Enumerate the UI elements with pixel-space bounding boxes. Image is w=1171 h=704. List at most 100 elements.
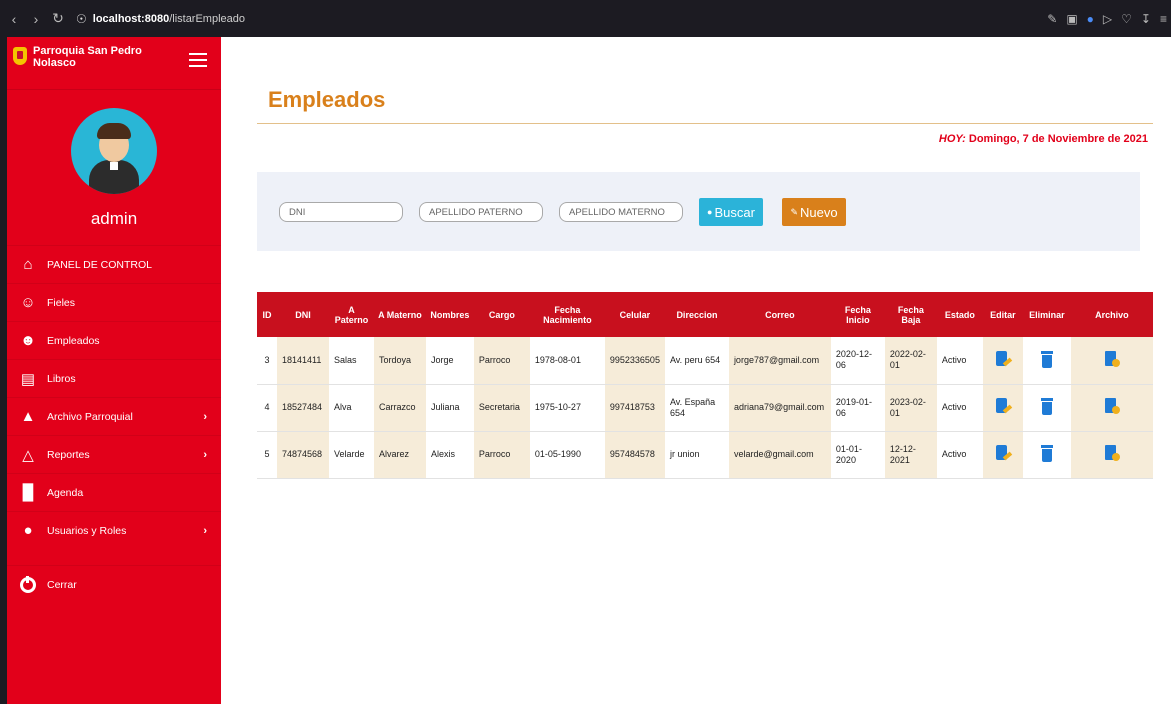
delete-cell <box>1022 431 1071 479</box>
cell-nacimiento: 1975-10-27 <box>529 384 605 432</box>
chevron-right-icon: › <box>203 524 207 537</box>
today-label: HOY: <box>938 133 966 145</box>
edit-cell <box>982 384 1023 432</box>
cell-baja: 2023-02-01 <box>884 384 937 432</box>
brand-name: Parroquia San Pedro Nolasco <box>33 45 142 69</box>
dni-input[interactable]: DNI <box>279 202 403 222</box>
globe-icon: ☉ <box>76 11 87 26</box>
cell-estado: Activo <box>936 431 983 479</box>
reports-icon: △ <box>22 446 34 464</box>
edit-icon[interactable]: ✎ <box>1047 12 1057 26</box>
cell-baja: 12-12-2021 <box>884 431 937 479</box>
cell-nacimiento: 1978-08-01 <box>529 337 605 385</box>
heart-icon[interactable]: ♡ <box>1121 12 1132 26</box>
cell-cargo: Parroco <box>473 431 530 479</box>
col-header: Eliminar <box>1022 292 1071 337</box>
cell-inicio: 01-01-2020 <box>830 431 885 479</box>
file-download-icon[interactable] <box>1103 444 1121 462</box>
sidebar-item-usuarios[interactable]: ● Usuarios y Roles › <box>7 511 221 549</box>
sidebar-item-fieles[interactable]: ☺ Fieles <box>7 283 221 321</box>
edit-icon[interactable] <box>994 397 1013 415</box>
cell-direccion: Av. peru 654 <box>664 337 729 385</box>
user-name: admin <box>90 209 138 228</box>
sidebar-item-libros[interactable]: ▤ Libros <box>7 359 221 397</box>
url-path: /listarEmpleado <box>169 12 246 25</box>
table-header-row: ID DNI A Paterno A Materno Nombres Cargo… <box>257 292 1153 337</box>
sidebar-item-label: Archivo Parroquial <box>47 410 133 423</box>
cell-id: 5 <box>257 431 277 479</box>
file-cell <box>1070 431 1153 479</box>
sidebar-item-agenda[interactable]: █ Agenda <box>7 473 221 511</box>
chevron-right-icon: › <box>203 410 207 423</box>
trash-icon[interactable] <box>1038 444 1056 462</box>
col-header: Fecha Inicio <box>830 292 885 337</box>
cell-paterno: Alva <box>328 384 374 432</box>
sidebar-item-empleados[interactable]: ☻ Empleados <box>7 321 221 359</box>
avatar <box>71 108 157 194</box>
apellido-paterno-input[interactable]: APELLIDO PATERNO <box>419 202 543 222</box>
cell-nacimiento: 01-05-1990 <box>529 431 605 479</box>
sidebar-item-label: Empleados <box>47 334 100 347</box>
forward-icon[interactable]: › <box>28 11 44 27</box>
apellido-materno-input[interactable]: APELLIDO MATERNO <box>559 202 683 222</box>
cell-id: 3 <box>257 337 277 385</box>
edit-cell <box>982 431 1023 479</box>
trash-icon[interactable] <box>1038 397 1056 415</box>
cell-cargo: Parroco <box>473 337 530 385</box>
url-bar[interactable]: ☉ localhost:8080 /listarEmpleado <box>76 12 245 26</box>
col-header: Cargo <box>473 292 530 337</box>
people-icon: ☺ <box>20 294 36 311</box>
sidebar-item-reportes[interactable]: △ Reportes › <box>7 435 221 473</box>
cell-celular: 997418753 <box>604 384 665 432</box>
buscar-button[interactable]: ● Buscar <box>699 198 763 226</box>
divider <box>7 89 221 90</box>
hamburger-icon[interactable] <box>189 53 207 67</box>
cell-estado: Activo <box>936 337 983 385</box>
col-header: Editar <box>982 292 1023 337</box>
table-row: 4 18527484 Alva Carrazco Juliana Secreta… <box>257 384 1153 432</box>
cell-paterno: Velarde <box>328 431 374 479</box>
edit-icon[interactable] <box>994 444 1013 462</box>
cell-correo: adriana79@gmail.com <box>728 384 831 432</box>
delete-cell <box>1022 337 1071 385</box>
col-header: Correo <box>728 292 831 337</box>
edit-icon[interactable] <box>994 350 1013 368</box>
nuevo-button[interactable]: ✎ Nuevo <box>782 198 846 226</box>
cell-nombres: Juliana <box>425 384 474 432</box>
file-cell <box>1070 337 1153 385</box>
col-header: Direccion <box>664 292 729 337</box>
edit-cell <box>982 337 1023 385</box>
logout-button[interactable]: Cerrar <box>7 565 221 603</box>
cell-correo: jorge787@gmail.com <box>728 337 831 385</box>
sidebar-item-panel[interactable]: ⌂ PANEL DE CONTROL <box>7 245 221 283</box>
trash-icon[interactable] <box>1038 350 1056 368</box>
user-icon: ● <box>23 522 33 539</box>
sidebar-item-archivo[interactable]: ▲ Archivo Parroquial › <box>7 397 221 435</box>
cell-cargo: Secretaria <box>473 384 530 432</box>
col-header: Fecha Nacimiento <box>529 292 605 337</box>
col-header: DNI <box>276 292 329 337</box>
vpn-icon[interactable]: ● <box>1087 12 1094 26</box>
browser-extensions: ✎ ▣ ● ▷ ♡ ↧ ≡ <box>1047 12 1167 26</box>
cell-id: 4 <box>257 384 277 432</box>
delete-cell <box>1022 384 1071 432</box>
sidebar-item-label: Reportes <box>47 448 90 461</box>
back-icon[interactable]: ‹ <box>6 11 22 27</box>
cell-inicio: 2020-12-06 <box>830 337 885 385</box>
file-download-icon[interactable] <box>1103 397 1121 415</box>
reload-icon[interactable]: ↻ <box>50 10 66 27</box>
download-icon[interactable]: ↧ <box>1141 12 1151 26</box>
screenshot-icon[interactable]: ▣ <box>1066 12 1077 26</box>
title-divider <box>257 123 1153 124</box>
cell-estado: Activo <box>936 384 983 432</box>
cell-materno: Tordoya <box>373 337 426 385</box>
play-icon[interactable]: ▷ <box>1103 12 1112 26</box>
table-row: 3 18141411 Salas Tordoya Jorge Parroco 1… <box>257 337 1153 385</box>
page-title: Empleados <box>268 87 386 112</box>
sidebar-item-label: PANEL DE CONTROL <box>47 258 153 271</box>
cell-baja: 2022-02-01 <box>884 337 937 385</box>
file-download-icon[interactable] <box>1103 350 1121 368</box>
col-header: Celular <box>604 292 665 337</box>
menu-icon[interactable]: ≡ <box>1160 12 1167 26</box>
col-header: ID <box>257 292 277 337</box>
